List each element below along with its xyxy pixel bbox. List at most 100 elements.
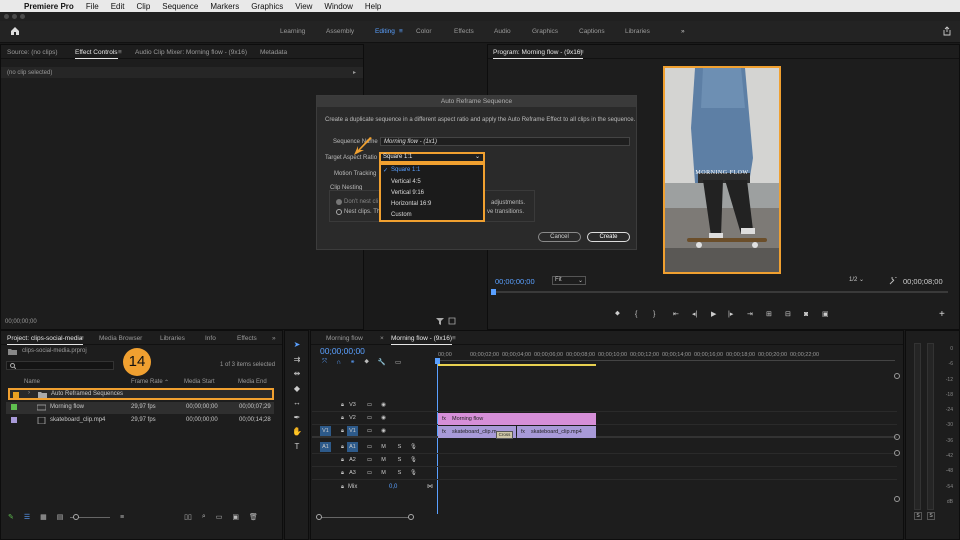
workspace-effects[interactable]: Effects	[454, 28, 474, 35]
source-patch-v1[interactable]: V1	[320, 426, 331, 436]
pen-tool-icon[interactable]: ✒	[291, 411, 303, 426]
vertical-scroll-handle[interactable]	[894, 496, 900, 502]
col-name[interactable]: Name	[24, 379, 40, 385]
lock-icon[interactable]: 🔒︎	[337, 482, 348, 492]
vertical-scroll-handle[interactable]	[894, 450, 900, 456]
hand-tool-icon[interactable]: ✋	[291, 425, 303, 440]
tab-metadata[interactable]: Metadata	[260, 49, 287, 56]
lift-icon[interactable]: ⊞	[766, 310, 785, 318]
solo-left-button[interactable]: S	[914, 512, 922, 520]
track-select-tool-icon[interactable]: ⇉	[291, 353, 303, 368]
program-video-frame[interactable]: MORNING FLOW	[663, 66, 781, 274]
option-custom[interactable]: Custom	[391, 212, 412, 218]
ripple-edit-tool-icon[interactable]: ⇹	[291, 367, 303, 382]
trash-icon[interactable]: 🗑	[249, 513, 258, 521]
project-row-auto-reframed[interactable]: › Auto Reframed Sequences	[8, 388, 274, 400]
button-editor-icon[interactable]: ▣	[822, 310, 834, 318]
new-bin-icon[interactable]: ▭	[216, 513, 223, 521]
project-menu-icon[interactable]: ≡	[80, 335, 84, 342]
fit-dropdown[interactable]: Fit ⌄	[552, 276, 586, 285]
mark-out-icon[interactable]: }	[653, 311, 673, 318]
menu-clip[interactable]: Clip	[137, 2, 151, 11]
add-marker-icon[interactable]: ⬥	[615, 310, 635, 318]
zoom-window-button[interactable]	[20, 14, 25, 19]
tab-source[interactable]: Source: (no clips)	[7, 49, 58, 56]
track-label-a2[interactable]: A2	[347, 455, 358, 465]
selection-tool-icon[interactable]: ➤	[291, 338, 303, 353]
nest-clips-radio[interactable]	[336, 209, 342, 215]
solo-icon[interactable]: S	[394, 455, 405, 465]
aspect-ratio-select[interactable]: Square 1:1 ⌄	[379, 152, 485, 163]
app-menu[interactable]: Premiere Pro	[24, 2, 74, 11]
tab-libraries[interactable]: Libraries	[160, 335, 185, 342]
eye-icon[interactable]: ◉	[378, 426, 389, 436]
cross-dissolve-transition[interactable]: Cross	[496, 431, 513, 439]
tab-sequence-morning-flow[interactable]: Morning flow	[326, 335, 363, 342]
program-playhead[interactable]	[491, 289, 496, 295]
track-label-v2[interactable]: V2	[347, 413, 358, 423]
tab-media-browser[interactable]: Media Browser	[99, 335, 142, 342]
sync-lock-icon[interactable]: ▭	[364, 400, 375, 410]
mute-icon[interactable]: M	[378, 468, 389, 478]
tab-sequence-9x16[interactable]: Morning flow - (9x16)	[391, 335, 453, 345]
menu-sequence[interactable]: Sequence	[162, 2, 198, 11]
project-search-input[interactable]	[6, 361, 114, 370]
home-icon[interactable]	[10, 26, 20, 36]
track-label-v3[interactable]: V3	[347, 400, 358, 410]
workspace-editing[interactable]: Editing	[375, 28, 395, 35]
workspace-libraries[interactable]: Libraries	[625, 28, 650, 35]
eye-icon[interactable]: ◉	[378, 400, 389, 410]
microphone-icon[interactable]: 🎙︎	[408, 468, 419, 478]
close-tab-icon[interactable]: ×	[380, 335, 384, 342]
step-forward-icon[interactable]: |▸	[728, 310, 747, 318]
list-view-icon[interactable]: ☰	[24, 513, 30, 521]
solo-icon[interactable]: S	[394, 468, 405, 478]
more-workspaces-icon[interactable]: »	[681, 28, 685, 35]
workspace-color[interactable]: Color	[416, 28, 432, 35]
tab-effect-controls[interactable]: Effect Controls	[75, 49, 118, 59]
snap-icon[interactable]: ∩	[336, 359, 341, 366]
workspace-assembly[interactable]: Assembly	[326, 28, 354, 35]
track-label-a1[interactable]: A1	[347, 442, 358, 452]
more-tabs-icon[interactable]: »	[272, 335, 276, 342]
vertical-scroll-handle[interactable]	[894, 373, 900, 379]
mute-icon[interactable]: M	[378, 442, 389, 452]
add-marker-icon[interactable]: ⬥	[364, 358, 369, 366]
timeline-zoom-scrollbar[interactable]	[318, 517, 413, 518]
timeline-zoom-handle-right[interactable]	[408, 514, 414, 520]
track-label-a3[interactable]: A3	[347, 468, 358, 478]
menu-view[interactable]: View	[295, 2, 312, 11]
mark-in-icon[interactable]: {	[635, 311, 653, 318]
option-vertical-9-16[interactable]: Vertical 9:16	[391, 190, 424, 196]
tab-project[interactable]: Project: clips-social-media	[7, 335, 83, 345]
program-scrub-bar[interactable]	[493, 291, 948, 293]
tab-effects[interactable]: Effects	[237, 335, 257, 342]
zoom-slider-handle[interactable]	[73, 514, 79, 520]
wrench-icon[interactable]	[889, 277, 897, 285]
mix-value[interactable]: 0,0	[389, 484, 397, 490]
nest-toggle-icon[interactable]: ⤧	[322, 358, 327, 366]
automate-icon[interactable]: ▯▯	[184, 513, 192, 521]
program-playhead-timecode[interactable]: 00;00;00;00	[495, 277, 535, 286]
sync-lock-icon[interactable]: ▭	[364, 426, 375, 436]
tab-info[interactable]: Info	[205, 335, 216, 342]
mix-keyframe-icon[interactable]: ⋈	[427, 483, 433, 490]
find-icon[interactable]: ⌕	[202, 513, 206, 521]
eye-icon[interactable]: ◉	[378, 413, 389, 423]
minimize-window-button[interactable]	[12, 14, 17, 19]
project-row-morning-flow[interactable]: Morning flow 29,97 fps 00;00;00;00 00;00…	[6, 402, 274, 414]
menu-help[interactable]: Help	[365, 2, 381, 11]
clip-skateboard-b[interactable]: fx skateboard_clip.mp4	[517, 426, 596, 438]
workspace-graphics[interactable]: Graphics	[532, 28, 558, 35]
sync-lock-icon[interactable]: ▭	[364, 413, 375, 423]
menu-window[interactable]: Window	[324, 2, 352, 11]
option-square[interactable]: Square 1:1	[391, 167, 420, 173]
add-button-icon[interactable]: +	[939, 309, 945, 320]
sync-lock-icon[interactable]: ▭	[364, 442, 375, 452]
new-item-icon[interactable]: ▣	[232, 513, 239, 521]
extract-icon[interactable]: ⊟	[785, 310, 804, 318]
col-frame-rate[interactable]: Frame Rate	[131, 379, 163, 385]
timeline-menu-icon[interactable]: ≡	[452, 335, 456, 342]
pencil-icon[interactable]: ✎	[8, 513, 14, 521]
microphone-icon[interactable]: 🎙︎	[408, 442, 419, 452]
